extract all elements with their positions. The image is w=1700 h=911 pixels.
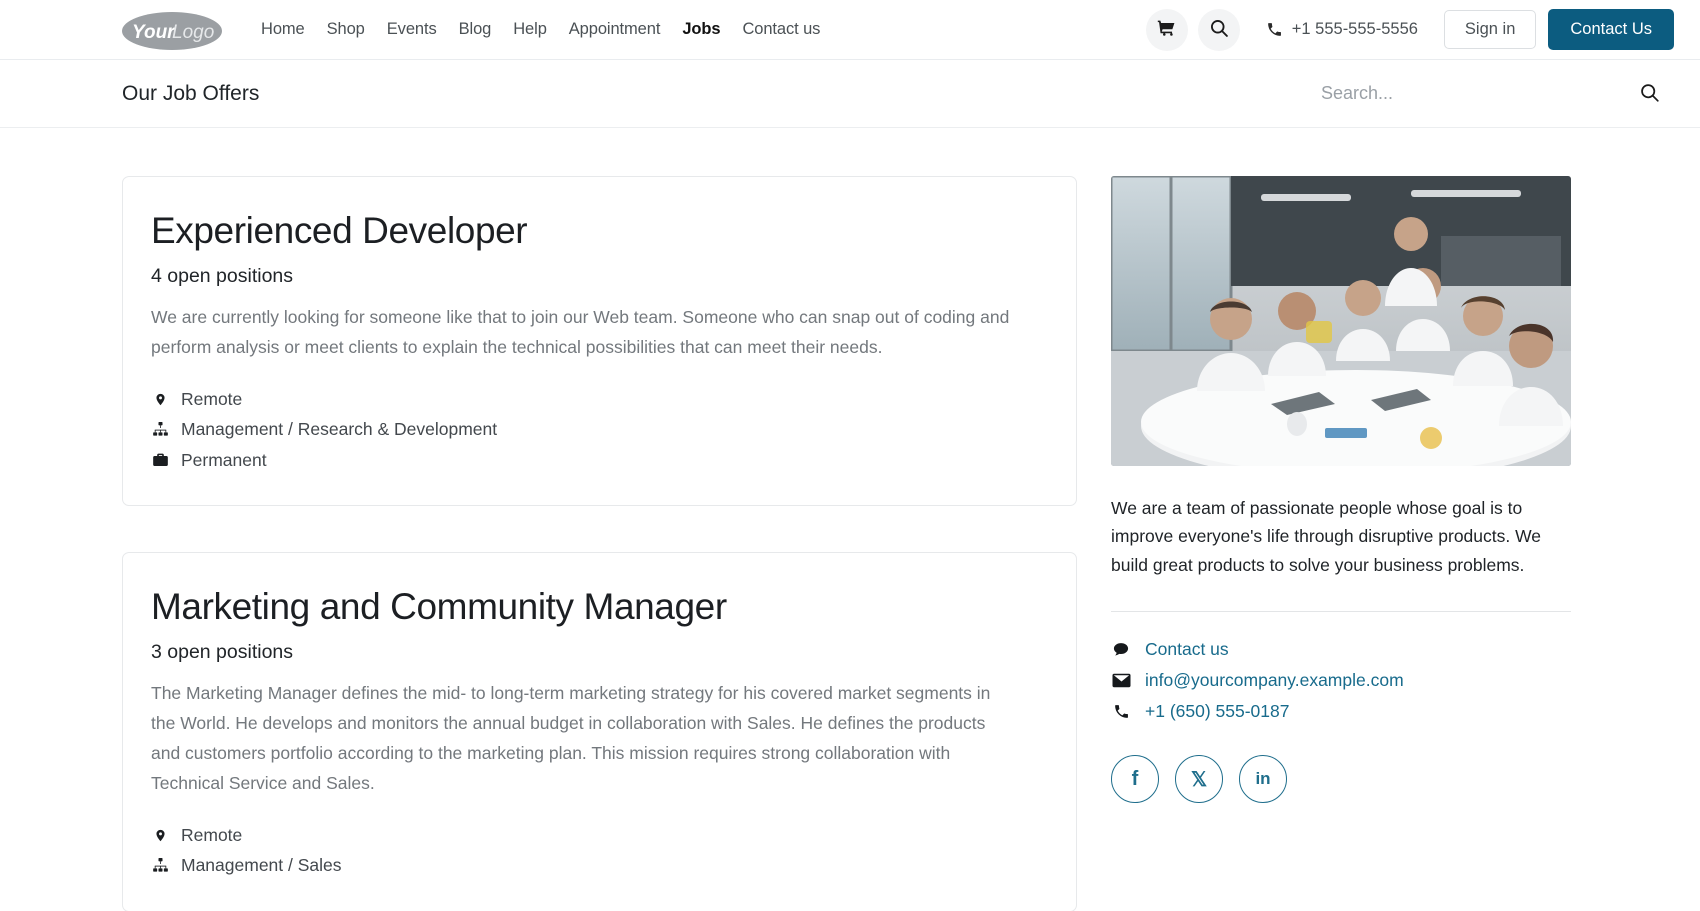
- header-search-button[interactable]: [1197, 8, 1240, 51]
- job-open-positions: 3 open positions: [151, 640, 294, 663]
- phone-icon: [1111, 703, 1131, 720]
- job-meta-location: Remote: [151, 820, 1048, 850]
- nav-item-blog[interactable]: Blog: [448, 14, 503, 45]
- contact-phone-row: +1 (650) 555-0187: [1111, 696, 1571, 727]
- social-links: f 𝕏 in: [1111, 755, 1571, 804]
- contact-email-row: info@yourcompany.example.com: [1111, 665, 1571, 696]
- contact-phone-link[interactable]: +1 (650) 555-0187: [1145, 698, 1290, 725]
- facebook-icon[interactable]: f: [1111, 755, 1159, 804]
- job-meta-label: Remote: [181, 824, 243, 845]
- speech-bubble-icon: [1111, 641, 1131, 658]
- job-meta-label: Management / Research & Development: [181, 419, 498, 440]
- x-twitter-icon[interactable]: 𝕏: [1175, 755, 1223, 804]
- job-open-positions: 4 open positions: [151, 264, 294, 287]
- phone-icon: [1266, 21, 1283, 38]
- sign-in-button[interactable]: Sign in: [1443, 10, 1537, 49]
- search-icon: [1209, 18, 1229, 41]
- sitemap-icon: [151, 421, 169, 437]
- search-submit-button[interactable]: [1625, 82, 1674, 106]
- nav-item-jobs[interactable]: Jobs: [671, 14, 731, 45]
- sidebar-divider: [1111, 611, 1571, 613]
- job-meta-label: Remote: [181, 388, 243, 409]
- svg-text:Your: Your: [132, 22, 176, 43]
- envelope-icon: [1111, 673, 1131, 688]
- job-listings-column: Experienced Developer 4 open positions W…: [122, 176, 1077, 911]
- contact-link-row: Contact us: [1111, 634, 1571, 665]
- company-sidebar: We are a team of passionate people whose…: [1111, 176, 1571, 804]
- nav-item-help[interactable]: Help: [502, 14, 558, 45]
- contact-us-link[interactable]: Contact us: [1145, 636, 1229, 663]
- page-subheader-bar: Our Job Offers: [0, 60, 1700, 128]
- linkedin-icon[interactable]: in: [1239, 755, 1287, 804]
- sitemap-icon: [151, 857, 169, 873]
- top-navigation-bar: Your Logo Home Shop Events Blog Help App…: [0, 0, 1700, 60]
- nav-item-home[interactable]: Home: [250, 14, 316, 45]
- page-content: Experienced Developer 4 open positions W…: [0, 128, 1700, 911]
- nav-item-contact-us[interactable]: Contact us: [731, 14, 831, 45]
- page-title: Our Job Offers: [122, 81, 260, 105]
- contact-us-button[interactable]: Contact Us: [1548, 9, 1674, 50]
- header-actions: +1 555-555-5556 Sign in Contact Us: [1145, 8, 1674, 51]
- map-pin-icon: [151, 391, 169, 408]
- job-meta-label: Permanent: [181, 449, 267, 470]
- page-root: Your Logo Home Shop Events Blog Help App…: [0, 0, 1700, 911]
- header-phone[interactable]: +1 555-555-5556: [1266, 20, 1418, 39]
- job-meta-department: Management / Sales: [151, 850, 1048, 880]
- nav-item-shop[interactable]: Shop: [316, 14, 376, 45]
- job-title[interactable]: Marketing and Community Manager: [151, 585, 1048, 629]
- main-nav: Home Shop Events Blog Help Appointment J…: [250, 14, 831, 45]
- nav-item-events[interactable]: Events: [376, 14, 448, 45]
- team-meeting-photo: [1111, 176, 1571, 466]
- shopping-cart-icon: [1157, 19, 1176, 41]
- briefcase-icon: [151, 452, 169, 468]
- search-input[interactable]: [1321, 79, 1601, 108]
- job-meta-location: Remote: [151, 384, 1048, 414]
- contact-email-link[interactable]: info@yourcompany.example.com: [1145, 667, 1404, 694]
- job-meta-contract: Permanent: [151, 445, 1048, 475]
- job-card[interactable]: Marketing and Community Manager 3 open p…: [122, 551, 1077, 911]
- nav-item-appointment[interactable]: Appointment: [558, 14, 672, 45]
- job-description: The Marketing Manager defines the mid- t…: [151, 682, 991, 793]
- header-phone-number: +1 555-555-5556: [1291, 20, 1418, 38]
- job-title[interactable]: Experienced Developer: [151, 209, 1048, 253]
- shopping-cart-button[interactable]: [1145, 8, 1188, 51]
- job-search-box: [1321, 79, 1674, 108]
- job-card[interactable]: Experienced Developer 4 open positions W…: [122, 176, 1077, 506]
- job-description: We are currently looking for someone lik…: [151, 306, 1010, 357]
- site-logo[interactable]: Your Logo: [122, 10, 222, 50]
- job-meta-label: Management / Sales: [181, 855, 342, 876]
- map-pin-icon: [151, 827, 169, 844]
- job-meta-department: Management / Research & Development: [151, 414, 1048, 444]
- about-company-text: We are a team of passionate people whose…: [1111, 498, 1542, 575]
- search-icon: [1639, 82, 1660, 106]
- svg-text:Logo: Logo: [172, 22, 214, 43]
